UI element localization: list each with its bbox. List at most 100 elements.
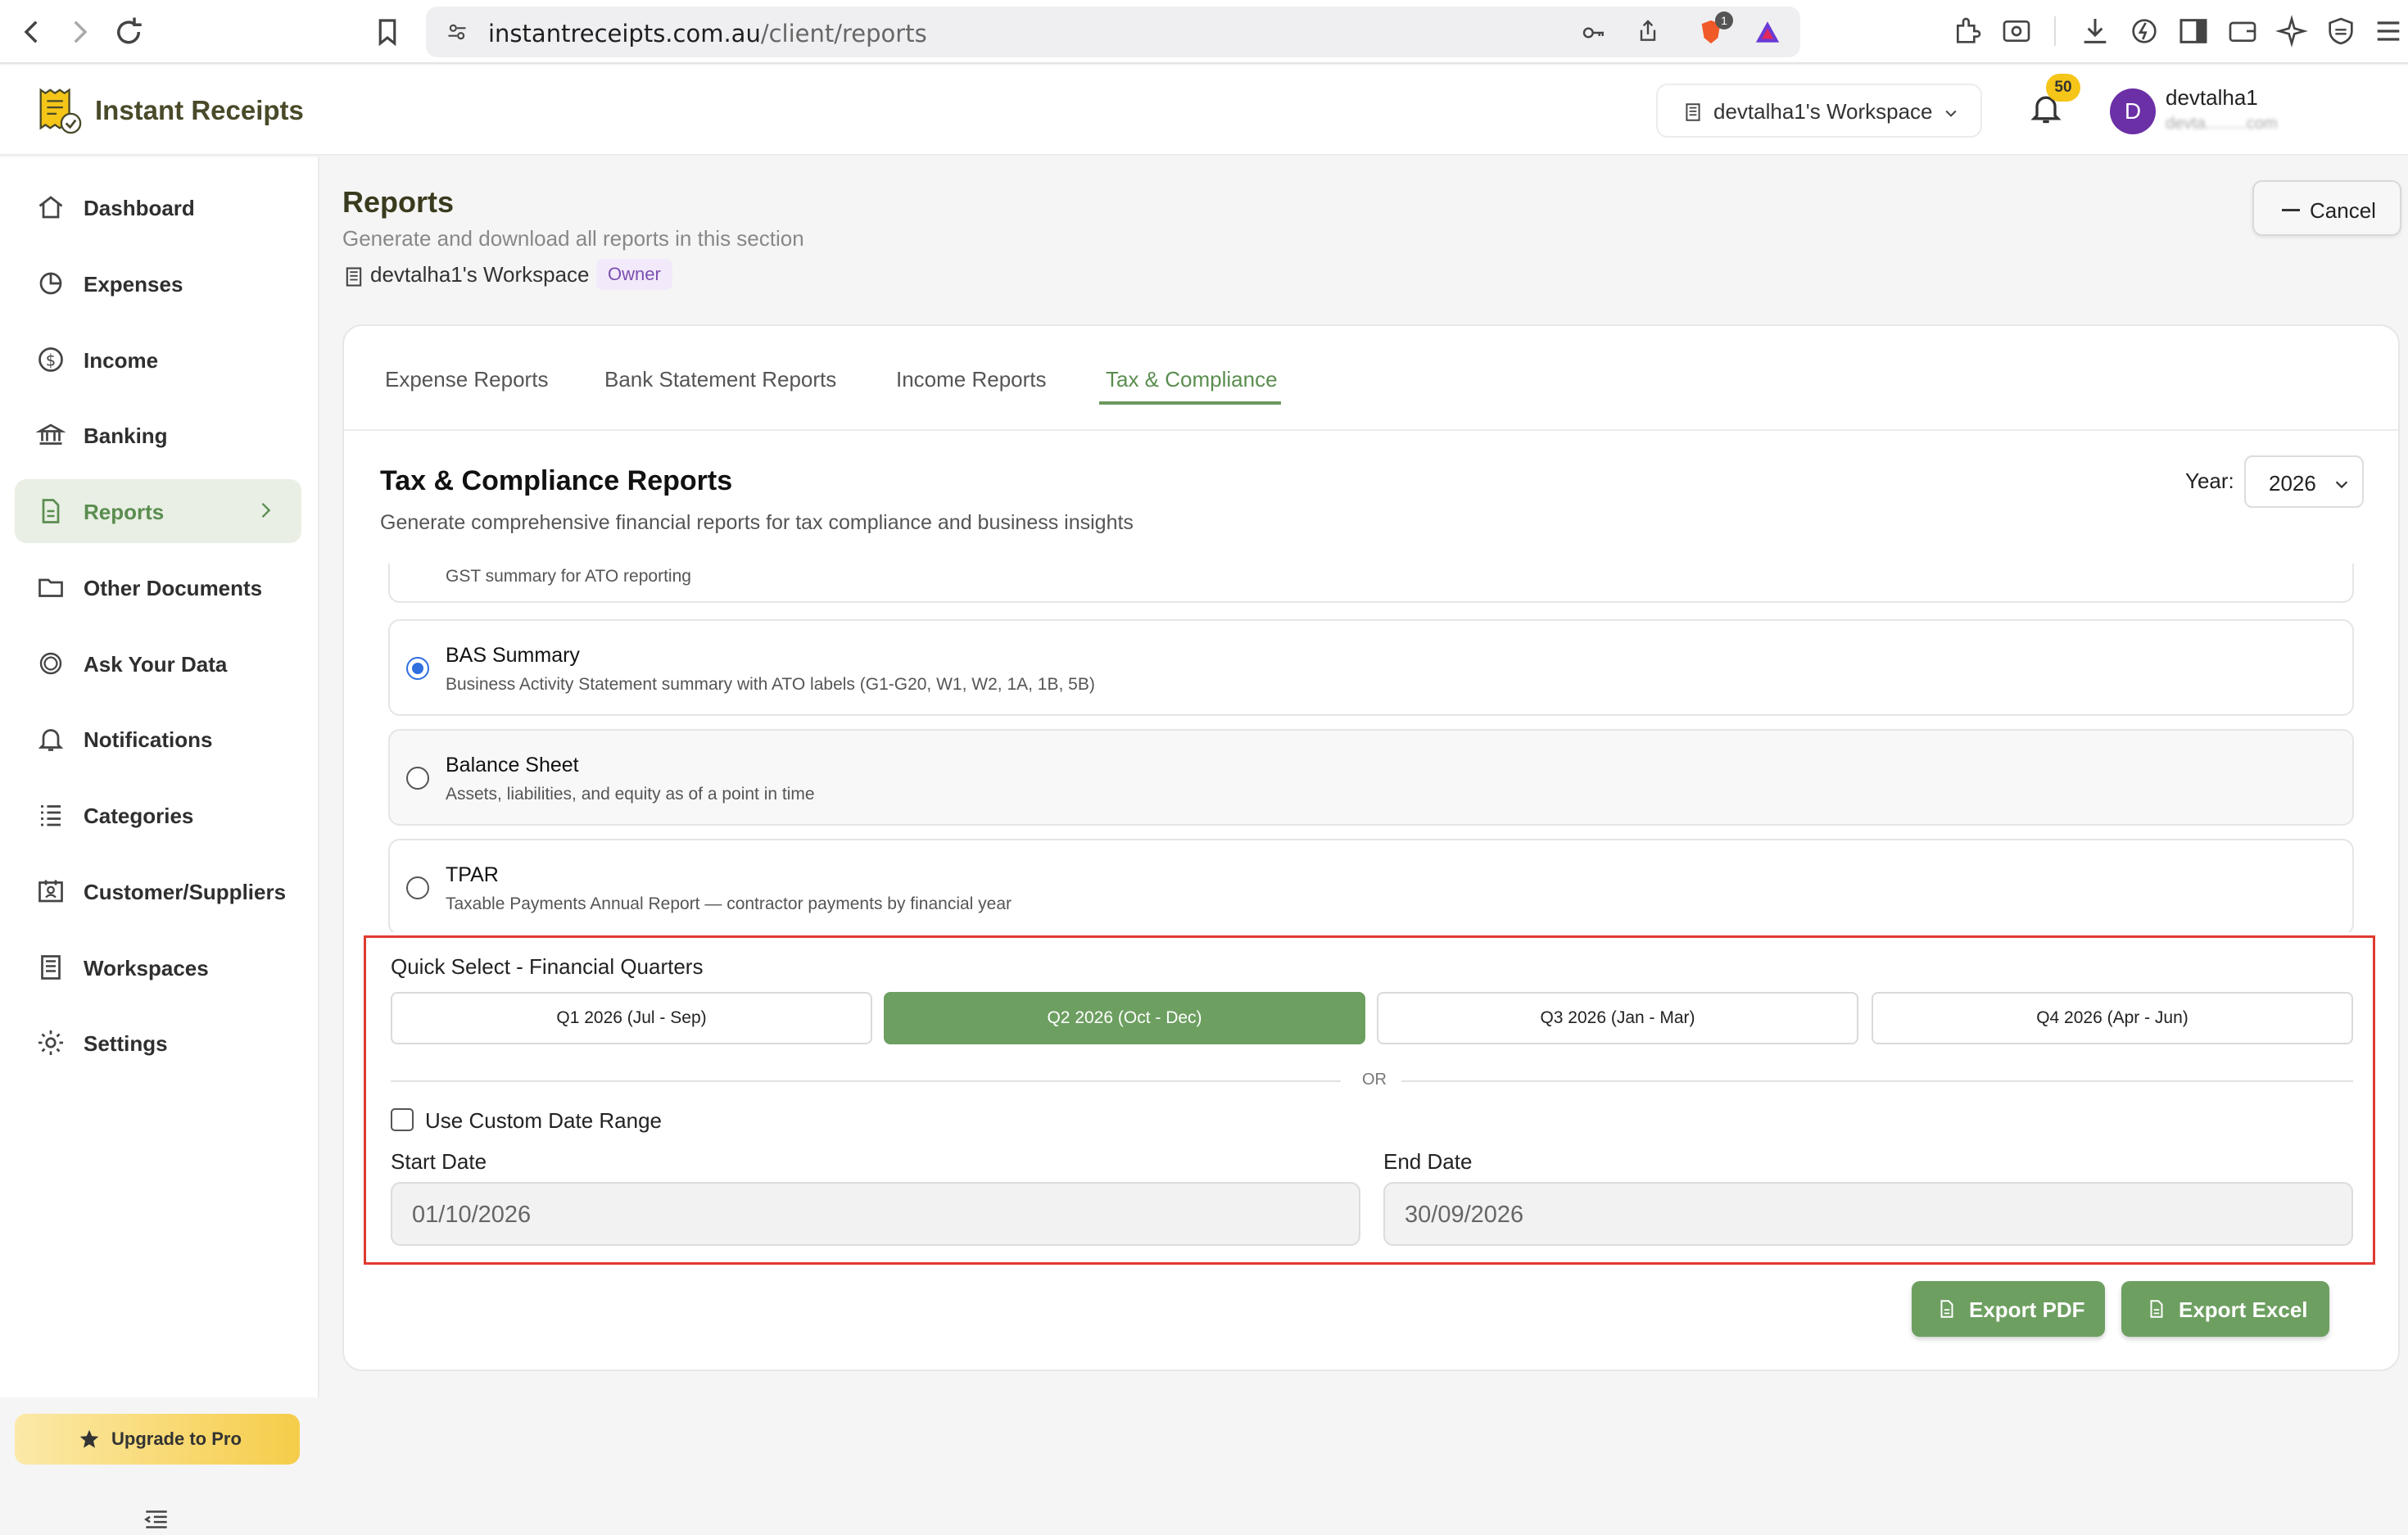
workspace-switcher[interactable]: devtalha1's Workspace [1656,84,1982,138]
page-subtitle: Generate and download all reports in thi… [342,226,804,251]
year-value: 2026 [2269,471,2316,496]
sidebar-item-ask-your-data[interactable]: Ask Your Data [15,632,301,695]
reload-icon[interactable] [111,15,146,49]
report-option-desc: GST summary for ATO reporting [446,567,691,586]
url-text: instantreceipts.com.au/client/reports [488,20,927,48]
cancel-label: Cancel [2310,198,2376,223]
sidebar-item-banking[interactable]: Banking [15,403,301,467]
avatar[interactable]: D [2110,88,2156,134]
report-option-desc: Assets, liabilities, and equity as of a … [446,785,815,804]
gear-icon [38,1030,63,1055]
export-pdf-label: Export PDF [1969,1297,2085,1322]
export-excel-button[interactable]: Export Excel [2121,1281,2329,1337]
end-date-label: End Date [1383,1149,1473,1174]
export-pdf-button[interactable]: Export PDF [1912,1281,2105,1337]
quarter-q2-button[interactable]: Q2 2026 (Oct - Dec) [884,992,1365,1044]
minus-icon [2282,209,2300,211]
sidebar-item-income[interactable]: $ Income [15,328,301,392]
upgrade-button[interactable]: Upgrade to Pro [15,1414,300,1465]
url-path: /client/reports [760,20,927,48]
custom-range-checkbox[interactable] [391,1108,414,1131]
workspace-name: devtalha1's Workspace [370,262,590,287]
reader-icon[interactable] [2000,15,2033,48]
list-icon [41,805,61,826]
receipt-logo-icon [39,88,82,134]
report-options-list[interactable]: GST summary for ATO reporting BAS Summar… [388,564,2354,932]
quarter-q1-button[interactable]: Q1 2026 (Jul - Sep) [391,992,872,1044]
file-icon [1940,1300,1953,1318]
start-date-field[interactable]: 01/10/2026 [391,1182,1360,1246]
or-label: OR [1362,1071,1387,1089]
dollar-circle-icon: $ [38,347,63,372]
bank-icon [36,423,66,445]
sidebar-item-notifications[interactable]: Notifications [15,707,301,771]
tab-expense-reports[interactable]: Expense Reports [385,367,548,392]
tab-income-reports[interactable]: Income Reports [896,367,1047,392]
sidebar-item-label: Dashboard [84,196,195,220]
section-title: Tax & Compliance Reports [380,465,733,496]
folder-icon [38,578,63,597]
pie-chart-icon [39,272,62,295]
year-label: Year: [2185,469,2234,493]
menu-icon[interactable] [2372,15,2405,48]
key-icon[interactable] [1581,20,1607,46]
radio-balance-sheet[interactable] [406,767,429,790]
wallet-icon[interactable] [2226,15,2259,48]
share-icon[interactable] [1635,18,1661,44]
report-option-bas-summary[interactable]: BAS Summary Business Activity Statement … [388,619,2354,716]
collapse-sidebar-icon[interactable] [141,1504,172,1535]
vpn-icon[interactable] [2324,15,2357,48]
chevron-down-icon [1945,110,1957,117]
download-icon[interactable] [2079,15,2112,48]
report-option-balance-sheet[interactable]: Balance Sheet Assets, liabilities, and e… [388,729,2354,826]
report-option-tpar[interactable]: TPAR Taxable Payments Annual Report — co… [388,839,2354,932]
tab-bank-statement-reports[interactable]: Bank Statement Reports [604,367,836,392]
building-icon [346,267,362,287]
quarter-q3-button[interactable]: Q3 2026 (Jan - Mar) [1377,992,1858,1044]
export-excel-label: Export Excel [2179,1297,2308,1322]
extensions-icon[interactable] [1951,15,1984,48]
leo-icon[interactable] [2128,15,2161,48]
forward-icon[interactable] [62,15,97,49]
sidebar-item-reports[interactable]: Reports [15,479,301,543]
report-option-title: Balance Sheet [446,754,579,777]
cancel-button[interactable]: Cancel [2252,180,2401,236]
chevron-right-icon [261,503,271,518]
sidebar-item-categories[interactable]: Categories [15,783,301,847]
radio-bas-summary[interactable] [406,657,429,680]
report-icon [42,499,60,523]
sidebar-item-workspaces[interactable]: Workspaces [15,935,301,999]
sidebar-item-label: Banking [84,423,168,448]
radio-tpar[interactable] [406,876,429,899]
sidebar-item-dashboard[interactable]: Dashboard [15,175,301,239]
start-date-value: 01/10/2026 [412,1202,532,1228]
sidebar-item-other-documents[interactable]: Other Documents [15,555,301,619]
sidebar-toggle-icon[interactable] [2177,15,2210,48]
sidebar-item-settings[interactable]: Settings [15,1011,301,1075]
user-name[interactable]: devtalha1 [2166,85,2258,111]
bell-icon [38,729,64,751]
report-option-gst[interactable]: GST summary for ATO reporting [388,564,2354,603]
end-date-field[interactable]: 30/09/2026 [1383,1182,2353,1246]
divider-left [391,1080,1341,1082]
svg-text:$: $ [46,351,56,370]
sidebar-item-label: Customer/Suppliers [84,880,287,904]
quarter-q4-button[interactable]: Q4 2026 (Apr - Jun) [1872,992,2353,1044]
star-icon [79,1429,99,1448]
brave-rewards-icon[interactable] [1753,18,1782,46]
building-icon [41,955,61,980]
year-select[interactable]: 2026 [2244,455,2364,508]
bookmark-icon[interactable] [370,15,405,49]
custom-range-label[interactable]: Use Custom Date Range [425,1108,662,1134]
ai-sparkle-icon[interactable] [2275,15,2308,48]
site-settings-icon[interactable] [446,20,468,43]
sidebar-item-customer-suppliers[interactable]: Customer/Suppliers [15,859,301,923]
chevron-down-icon [2335,481,2348,489]
address-bar[interactable]: instantreceipts.com.au/client/reports 1 [426,7,1800,57]
browser-toolbar: instantreceipts.com.au/client/reports 1 [0,0,2408,64]
shield-badge: 1 [1715,11,1733,29]
sidebar-item-expenses[interactable]: Expenses [15,251,301,315]
report-tabs: Expense Reports Bank Statement Reports I… [344,326,2398,431]
back-icon[interactable] [15,15,49,49]
tab-tax-compliance[interactable]: Tax & Compliance [1106,367,1278,392]
